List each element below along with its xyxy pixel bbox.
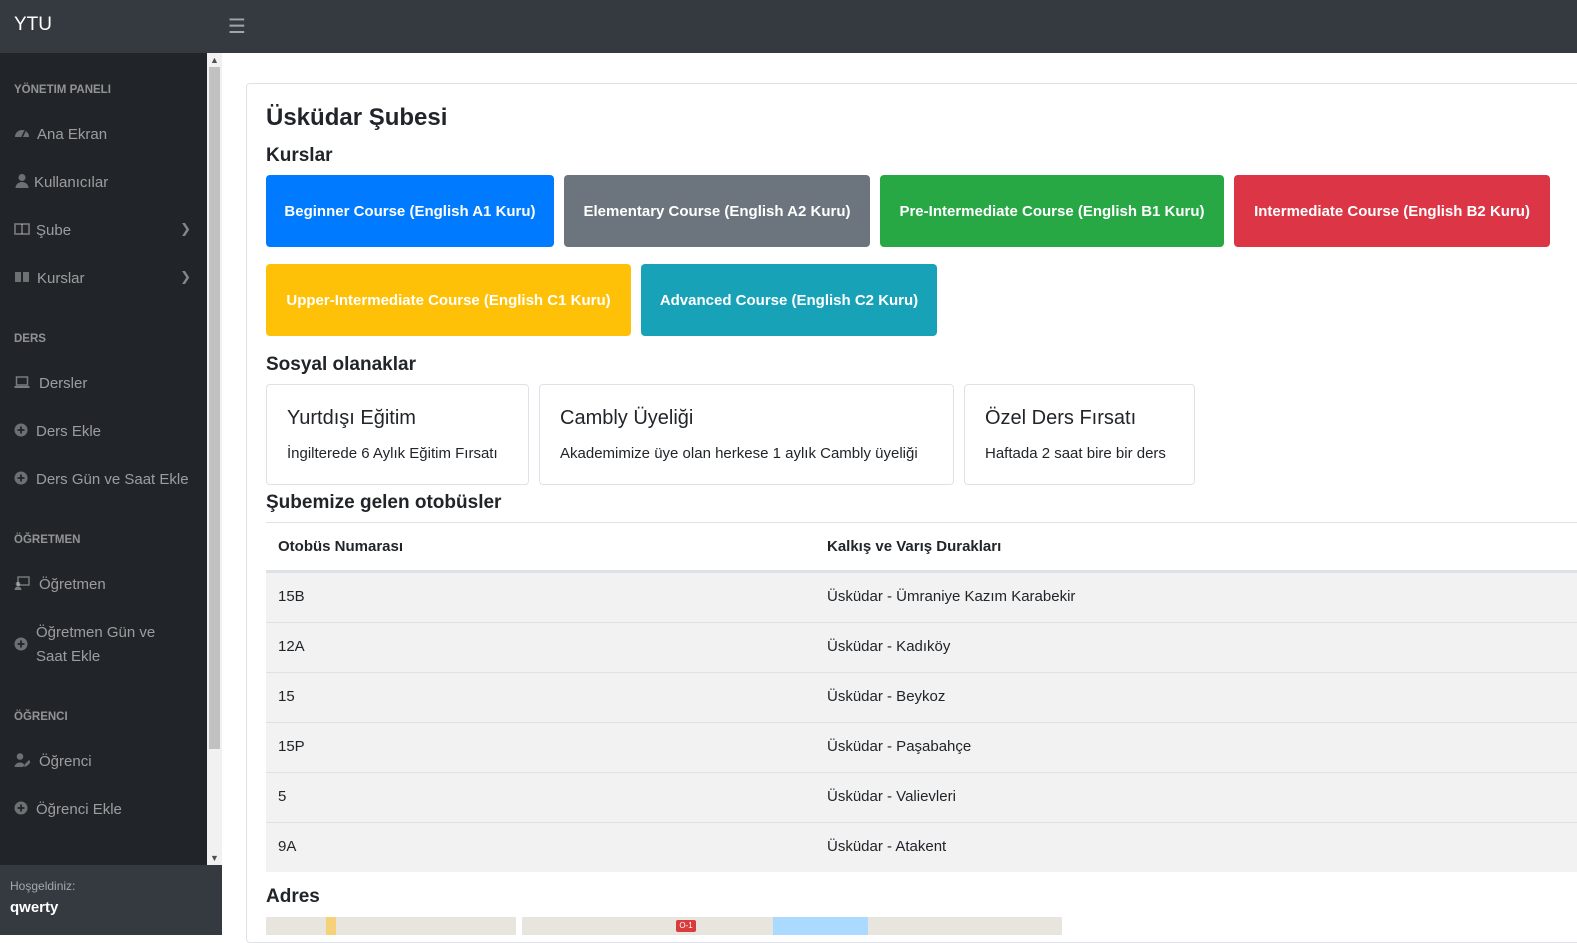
course-button-a2[interactable]: Elementary Course (English A2 Kuru) xyxy=(564,175,870,247)
sidebar-item-teacher[interactable]: Öğretmen xyxy=(0,565,207,605)
chevron-right-icon: ❯ xyxy=(180,269,191,284)
sidebar-item-courses[interactable]: Kurslar ❯ xyxy=(0,259,207,299)
bus-number-cell: 15B xyxy=(278,588,305,605)
sidebar-item-branch[interactable]: Şube ❯ xyxy=(0,211,207,251)
sidebar-item-label: Ana Ekran xyxy=(37,126,108,143)
sidebar-item-users[interactable]: Kullanıcılar xyxy=(0,163,207,203)
table-row: 15 Üsküdar - Beykoz xyxy=(266,672,1577,722)
sidebar-footer: Hoşgeldiniz: qwerty xyxy=(0,865,222,935)
table-header-row: Otobüs Numarası Kalkış ve Varış Duraklar… xyxy=(266,522,1577,572)
scroll-thumb[interactable] xyxy=(209,67,220,749)
sidebar-item-add-lesson-time[interactable]: Ders Gün ve Saat Ekle xyxy=(0,460,207,500)
social-card-cambly: Cambly Üyeliği Akademimize üye olan herk… xyxy=(539,384,954,485)
course-button-a1[interactable]: Beginner Course (English A1 Kuru) xyxy=(266,175,554,247)
social-card-private: Özel Ders Fırsatı Haftada 2 saat bire bi… xyxy=(964,384,1195,485)
social-card-desc: Haftada 2 saat bire bir ders xyxy=(985,445,1166,462)
sidebar-item-home[interactable]: Ana Ekran xyxy=(0,115,207,155)
top-navbar: YTU ☰ xyxy=(0,0,1577,53)
table-row: 9A Üsküdar - Atakent xyxy=(266,822,1577,872)
sidebar-item-student[interactable]: Öğrenci xyxy=(0,742,207,782)
scroll-up-icon[interactable]: ▲ xyxy=(207,53,222,67)
table-row: 12A Üsküdar - Kadıköy xyxy=(266,622,1577,672)
sidebar: YÖNETIM PANELI Ana Ekran Kullanıcılar Şu… xyxy=(0,53,207,865)
plus-circle-icon xyxy=(14,801,28,815)
social-card-title: Özel Ders Fırsatı xyxy=(985,407,1137,429)
table-row: 15P Üsküdar - Paşabahçe xyxy=(266,722,1577,772)
sidebar-heading-teacher: ÖĞRETMEN xyxy=(14,534,81,546)
course-button-c1[interactable]: Upper-Intermediate Course (English C1 Ku… xyxy=(266,264,631,336)
bus-heading: Şubemize gelen otobüsler xyxy=(266,492,502,513)
sidebar-item-label: Kurslar xyxy=(37,270,85,287)
bus-number-cell: 15P xyxy=(278,738,305,755)
table-row: 5 Üsküdar - Valievleri xyxy=(266,772,1577,822)
welcome-text: Hoşgeldiniz: xyxy=(10,879,76,893)
social-card-abroad: Yurtdışı Eğitim İngilterede 6 Aylık Eğit… xyxy=(266,384,529,485)
table-row: 15B Üsküdar - Ümraniye Kazım Karabekir xyxy=(266,572,1577,622)
route-cell: Üsküdar - Atakent xyxy=(827,838,947,855)
social-heading: Sosyal olanaklar xyxy=(266,354,416,375)
sidebar-scrollbar[interactable]: ▲ ▼ xyxy=(207,53,222,865)
column-header-route: Kalkış ve Varış Durakları xyxy=(827,538,1002,555)
map-road-badge: O-1 xyxy=(676,920,696,932)
route-cell: Üsküdar - Paşabahçe xyxy=(827,738,972,755)
page-title: Üsküdar Şubesi xyxy=(266,104,448,131)
social-card-desc: İngilterede 6 Aylık Eğitim Fırsatı xyxy=(287,445,498,462)
social-card-desc: Akademimize üye olan herkese 1 aylık Cam… xyxy=(560,445,918,462)
route-cell: Üsküdar - Kadıköy xyxy=(827,638,951,655)
map-water xyxy=(773,917,868,935)
chevron-right-icon: ❯ xyxy=(180,221,191,236)
address-heading: Adres xyxy=(266,886,320,907)
map-road xyxy=(516,917,522,935)
chalkboard-teacher-icon xyxy=(14,576,30,590)
sidebar-item-label: Kullanıcılar xyxy=(34,174,109,191)
route-cell: Üsküdar - Beykoz xyxy=(827,688,946,705)
bus-number-cell: 12A xyxy=(278,638,305,655)
sidebar-heading-admin: YÖNETIM PANELI xyxy=(14,84,111,96)
social-card-title: Yurtdışı Eğitim xyxy=(287,407,416,429)
username: qwerty xyxy=(10,899,59,916)
sidebar-item-add-student[interactable]: Öğrenci Ekle xyxy=(0,790,207,830)
plus-circle-icon xyxy=(14,423,28,437)
columns-icon xyxy=(14,223,30,235)
sidebar-item-label: Dersler xyxy=(39,375,88,392)
address-map[interactable]: O-1 xyxy=(266,917,1062,935)
sidebar-item-teacher-time[interactable]: Öğretmen Gün ve Saat Ekle xyxy=(0,621,207,681)
courses-heading: Kurslar xyxy=(266,145,333,166)
sidebar-item-label: Ders Ekle xyxy=(36,423,102,440)
map-road xyxy=(326,917,336,935)
user-edit-icon xyxy=(14,753,30,767)
sidebar-item-label: Ders Gün ve Saat Ekle xyxy=(36,471,189,488)
dashboard-icon xyxy=(15,130,29,138)
sidebar-item-label: Öğretmen Gün ve Saat Ekle xyxy=(36,624,156,665)
sidebar-item-label: Öğrenci Ekle xyxy=(36,801,122,818)
bus-number-cell: 9A xyxy=(278,838,297,855)
route-cell: Üsküdar - Valievleri xyxy=(827,788,956,805)
plus-circle-icon xyxy=(14,637,28,651)
plus-circle-icon xyxy=(14,471,28,485)
column-header-bus-number: Otobüs Numarası xyxy=(278,538,404,555)
user-icon xyxy=(15,174,29,188)
course-button-b2[interactable]: Intermediate Course (English B2 Kuru) xyxy=(1234,175,1550,247)
sidebar-item-label: Şube xyxy=(36,222,72,239)
sidebar-item-label: Öğretmen xyxy=(39,576,106,593)
course-button-c2[interactable]: Advanced Course (English C2 Kuru) xyxy=(641,264,937,336)
book-open-icon xyxy=(15,272,29,282)
route-cell: Üsküdar - Ümraniye Kazım Karabekir xyxy=(827,588,1076,605)
bus-number-cell: 5 xyxy=(278,788,287,805)
sidebar-heading-student: ÖĞRENCI xyxy=(14,711,68,723)
sidebar-toggle-icon[interactable]: ☰ xyxy=(228,14,246,39)
sidebar-item-add-lesson[interactable]: Ders Ekle xyxy=(0,412,207,452)
sidebar-item-lessons[interactable]: Dersler xyxy=(0,364,207,404)
social-card-title: Cambly Üyeliği xyxy=(560,407,694,429)
bus-number-cell: 15 xyxy=(278,688,295,705)
brand-logo[interactable]: YTU xyxy=(14,14,52,36)
scroll-down-icon[interactable]: ▼ xyxy=(207,851,222,865)
course-button-b1[interactable]: Pre-Intermediate Course (English B1 Kuru… xyxy=(880,175,1224,247)
sidebar-heading-lesson: DERS xyxy=(14,333,46,345)
laptop-icon xyxy=(14,376,30,388)
sidebar-item-label: Öğrenci xyxy=(39,753,92,770)
